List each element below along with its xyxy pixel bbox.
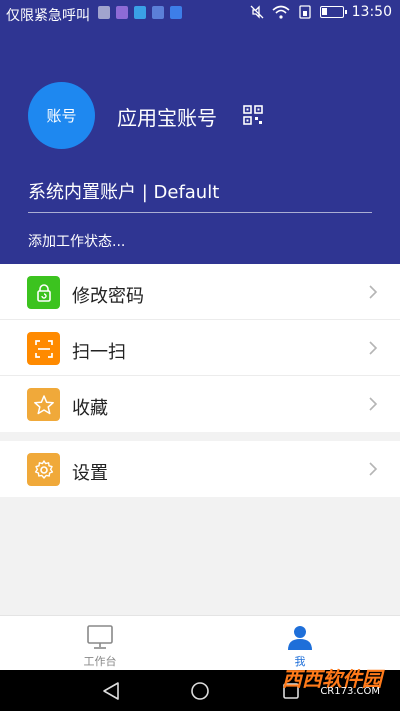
menu-item-scan[interactable]: 扫一扫	[0, 320, 400, 376]
back-icon[interactable]	[100, 680, 122, 702]
menu-item-favorites[interactable]: 收藏	[0, 376, 400, 432]
mute-icon	[250, 5, 264, 19]
chevron-right-icon	[369, 285, 378, 299]
sim-icon	[298, 5, 311, 19]
menu-list: 修改密码 扫一扫 收藏	[0, 264, 400, 432]
status-time: 13:50	[351, 4, 392, 20]
scan-icon	[27, 332, 60, 365]
avatar[interactable]: 账号	[28, 82, 95, 149]
header-divider	[28, 212, 372, 213]
profile-header: 仅限紧急呼叫 13:50 账号 应用宝账号 系统内置账户 | Default 添…	[0, 0, 400, 264]
work-status-input[interactable]: 添加工作状态...	[28, 231, 125, 251]
wifi-icon	[272, 5, 290, 19]
status-carrier-text: 仅限紧急呼叫	[6, 8, 90, 24]
bottom-nav: 工作台 我	[0, 615, 400, 670]
system-account-label: 系统内置账户 | Default	[28, 182, 220, 203]
menu-item-label: 设置	[72, 463, 108, 484]
account-name[interactable]: 应用宝账号	[117, 102, 217, 131]
person-icon	[288, 626, 312, 650]
star-icon	[27, 388, 60, 421]
status-right: 13:50	[250, 4, 392, 20]
chevron-right-icon	[369, 341, 378, 355]
settings-list: 设置	[0, 441, 400, 497]
app-notification-icon	[116, 6, 128, 19]
shield-notification-icon	[134, 6, 146, 19]
menu-item-label: 修改密码	[72, 286, 144, 307]
chevron-right-icon	[369, 462, 378, 476]
gear-icon	[27, 453, 60, 486]
tab-label: 工作台	[83, 655, 117, 668]
home-icon[interactable]	[189, 680, 211, 702]
tab-workbench[interactable]: 工作台	[0, 616, 200, 671]
menu-item-settings[interactable]: 设置	[0, 441, 400, 497]
watermark-site: CR173.COM	[320, 686, 380, 697]
qr-code-icon[interactable]	[243, 105, 263, 125]
monitor-icon	[87, 625, 113, 649]
menu-item-label: 收藏	[72, 398, 108, 419]
chevron-right-icon	[369, 397, 378, 411]
vpn-notification-icon	[152, 6, 164, 19]
image-notification-icon	[98, 6, 110, 19]
battery-icon	[319, 6, 347, 18]
calendar-notification-icon	[170, 6, 182, 19]
lock-reset-icon	[27, 276, 60, 309]
status-bar: 仅限紧急呼叫 13:50	[0, 0, 400, 28]
menu-item-change-password[interactable]: 修改密码	[0, 264, 400, 320]
menu-item-label: 扫一扫	[72, 342, 126, 363]
notification-icons	[98, 6, 182, 19]
